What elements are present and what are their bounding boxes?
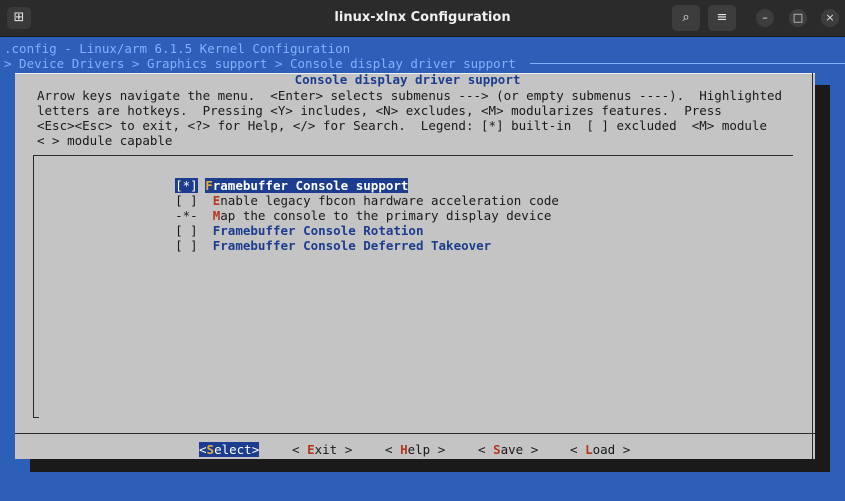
exit-button[interactable]: < Exit > [292,442,352,457]
item-label: ramebuffer Console Deferred Takeover [220,238,492,253]
btn-open: < [385,442,401,457]
btn-close: > [615,442,631,457]
btn-close: > [523,442,539,457]
btn-label: xit [314,442,338,457]
item-mark: [ ] [175,238,198,253]
btn-hotkey: E [307,442,315,457]
btn-open: < [570,442,586,457]
dialog-shadow-right [815,85,830,472]
btn-open: < [478,442,494,457]
btn-open: < [199,442,207,457]
save-button[interactable]: < Save > [478,442,538,457]
config-header: .config - Linux/arm 6.1.5 Kernel Configu… [4,41,351,56]
close-icon[interactable]: × [821,9,839,27]
button-separator [15,433,815,434]
btn-close: > [251,442,260,457]
breadcrumb: > Device Drivers > Graphics support > Co… [4,56,516,71]
btn-label: ave [500,442,524,457]
btn-label: oad [592,442,616,457]
menu-box-left [33,155,34,417]
btn-close: > [337,442,353,457]
help-button[interactable]: < Help > [385,442,445,457]
minimize-icon[interactable]: – [756,9,774,27]
help-line-3: <Esc><Esc> to exit, <?> for Help, </> fo… [37,118,767,133]
btn-hotkey: S [206,442,215,457]
help-line-4: < > module capable [37,133,173,148]
dialog-right-border [812,73,813,459]
select-button[interactable]: <Select> [199,442,260,457]
btn-hotkey: L [585,442,593,457]
dialog-title: Console display driver support [294,72,521,87]
help-line-2: letters are hotkeys. Pressing <Y> includ… [37,103,722,118]
window-titlebar: ⊞ linux-xlnx Configuration ⌕ ≡ – □ × [0,0,845,37]
dialog-shadow-bottom [30,459,830,472]
menu-box-bottom [33,417,39,418]
btn-label: elp [407,442,431,457]
maximize-icon[interactable]: □ [789,9,807,27]
menu-item-deferred-takeover[interactable]: [ ] Framebuffer Console Deferred Takeove… [145,223,491,268]
menu-box-top [33,155,793,156]
btn-open: < [292,442,308,457]
btn-label: elect [214,442,252,457]
btn-hotkey: S [493,442,501,457]
btn-hotkey: H [400,442,408,457]
help-line-1: Arrow keys navigate the menu. <Enter> se… [37,88,783,103]
load-button[interactable]: < Load > [570,442,630,457]
header-rule [530,63,845,64]
terminal-area: .config - Linux/arm 6.1.5 Kernel Configu… [0,37,845,501]
hamburger-menu-icon[interactable]: ≡ [708,5,736,31]
search-icon[interactable]: ⌕ [672,5,700,31]
btn-close: > [430,442,446,457]
